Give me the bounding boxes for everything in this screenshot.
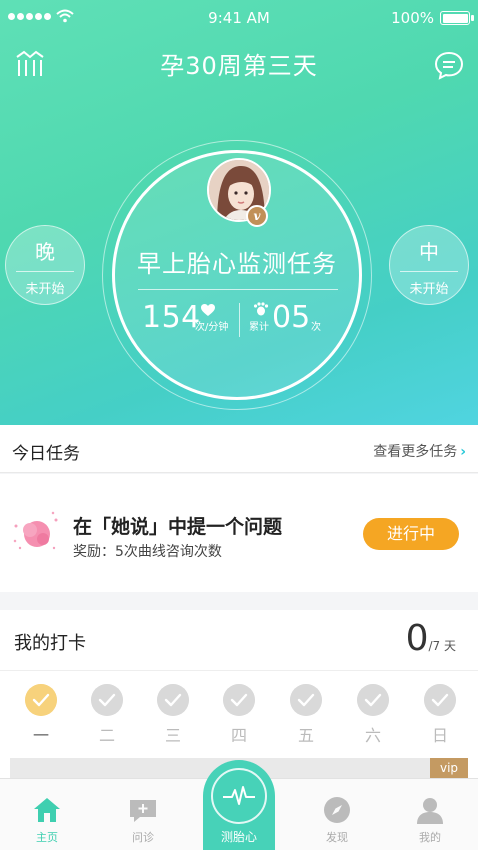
status-bar: 9:41 AM 100% xyxy=(0,0,478,36)
noon-label: 中 xyxy=(419,240,439,264)
tab-label: 发现 xyxy=(326,831,348,844)
checkmark-icon xyxy=(357,684,389,716)
task-question: 在「她说」中提一个问题 xyxy=(73,516,283,538)
task-reward: 奖励：5次曲线咨询次数 xyxy=(73,544,222,560)
footprint-icon xyxy=(253,302,269,316)
evening-task-button[interactable]: 晚 未开始 xyxy=(5,225,85,305)
checkin-day[interactable]: 四 xyxy=(222,684,256,746)
checkmark-icon xyxy=(223,684,255,716)
tab-label: 测胎心 xyxy=(220,830,257,844)
side-divider xyxy=(16,271,74,272)
heartbeat-circle xyxy=(211,768,267,824)
tab-consult[interactable]: 问诊 xyxy=(113,795,173,845)
checkin-day[interactable]: 五 xyxy=(289,684,323,746)
evening-label: 晚 xyxy=(35,240,55,264)
noon-status: 未开始 xyxy=(409,282,449,297)
home-icon xyxy=(34,798,60,822)
checkin-day-label: 五 xyxy=(297,726,314,745)
heart-rate-unit: 次/分钟 xyxy=(195,322,229,333)
checkin-section: 我的打卡 0/7 天 一 二 三 四 五 六 日 xyxy=(0,610,478,778)
verified-badge: v xyxy=(246,205,268,227)
checkin-day[interactable]: 日 xyxy=(423,684,457,746)
tab-discover[interactable]: 发现 xyxy=(307,795,367,845)
tab-heartbeat[interactable]: 测胎心 xyxy=(203,760,275,850)
heart-icon xyxy=(201,304,215,316)
tab-label: 我的 xyxy=(419,831,441,844)
checkin-count: 0/7 天 xyxy=(406,618,456,659)
noon-task-button[interactable]: 中 未开始 xyxy=(389,225,469,305)
evening-status: 未开始 xyxy=(25,282,65,297)
monitor-task-title: 早上胎心监测任务 xyxy=(137,250,337,278)
total-unit: 次 xyxy=(311,322,321,333)
checkin-divider xyxy=(0,670,478,671)
more-tasks-label: 查看更多任务 xyxy=(373,444,458,460)
checkin-day-label: 三 xyxy=(164,726,181,745)
today-tasks-header: 今日任务 查看更多任务 › xyxy=(0,425,478,473)
checkin-day[interactable]: 三 xyxy=(156,684,190,746)
battery-icon xyxy=(440,11,474,25)
battery-percent: 100% xyxy=(391,9,434,27)
checkin-day-label: 六 xyxy=(364,726,381,745)
heart-rate-value: 154 xyxy=(142,300,201,335)
task-status-button[interactable]: 进行中 xyxy=(363,518,459,550)
compass-icon xyxy=(324,797,350,823)
profile-icon xyxy=(417,798,443,824)
checkin-day-label: 日 xyxy=(431,726,448,745)
checkin-day-label: 一 xyxy=(32,726,49,745)
more-tasks-link[interactable]: 查看更多任务 › xyxy=(373,441,466,461)
checkin-count-total: /7 天 xyxy=(428,639,457,653)
tab-label: 问诊 xyxy=(132,831,154,844)
checkin-label: 我的打卡 xyxy=(14,633,86,654)
sparkle-blob-icon xyxy=(13,511,58,550)
total-count: 05 xyxy=(272,300,311,335)
chevron-right-icon: › xyxy=(460,444,466,460)
checkin-day[interactable]: 一 xyxy=(24,684,58,746)
consult-icon xyxy=(130,800,156,822)
ring-divider xyxy=(138,289,338,290)
checkmark-icon xyxy=(290,684,322,716)
checkin-count-value: 0 xyxy=(405,618,429,659)
checkmark-icon xyxy=(91,684,123,716)
checkmark-icon xyxy=(157,684,189,716)
checkin-day[interactable]: 二 xyxy=(90,684,124,746)
checkmark-icon xyxy=(25,684,57,716)
page-title: 孕30周第三天 xyxy=(160,52,318,80)
checkin-day-label: 四 xyxy=(230,726,247,745)
side-divider xyxy=(400,271,458,272)
stat-separator xyxy=(239,303,240,337)
checkin-day[interactable]: 六 xyxy=(356,684,390,746)
tab-home[interactable]: 主页 xyxy=(17,795,77,845)
checkmark-icon xyxy=(424,684,456,716)
heartbeat-icon xyxy=(223,786,255,805)
today-tasks-label: 今日任务 xyxy=(12,444,80,464)
checkin-day-label: 二 xyxy=(98,726,115,745)
total-label: 累计 xyxy=(249,322,269,333)
task-card[interactable]: 在「她说」中提一个问题 奖励：5次曲线咨询次数 进行中 xyxy=(0,474,478,592)
tab-label: 主页 xyxy=(36,831,58,844)
vip-tag: vip xyxy=(430,758,468,778)
hero-panel: 9:41 AM 100% 孕30周第三天 v 早上胎心监测任务 154 次/分钟… xyxy=(0,0,478,425)
tab-profile[interactable]: 我的 xyxy=(400,795,460,845)
chat-bubble-icon[interactable] xyxy=(434,50,464,80)
